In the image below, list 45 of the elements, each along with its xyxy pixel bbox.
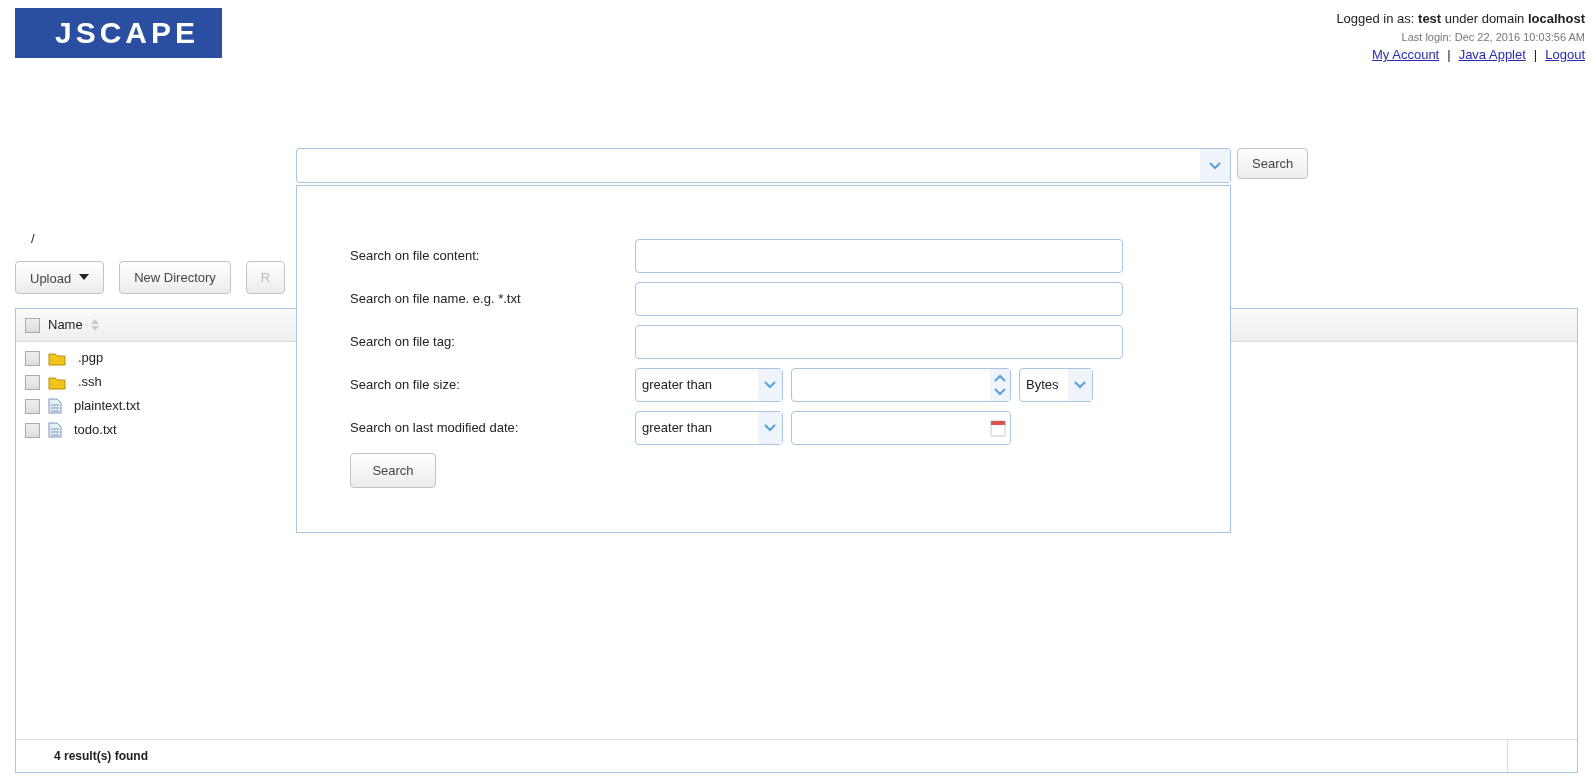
checkbox[interactable] [25,350,40,366]
folder-icon [48,350,66,366]
login-info: Logged in as: test under domain localhost [1336,10,1585,28]
input-field[interactable] [635,238,1123,273]
search-combo[interactable] [296,148,1231,183]
checkbox[interactable] [25,317,40,333]
input-field[interactable] [635,281,1123,316]
header-link[interactable]: My Account [1372,47,1440,62]
logo: JSCAPE [15,8,222,58]
file-name[interactable]: plaintext.txt [74,396,140,416]
operator-select[interactable]: greater than [635,367,783,402]
checkbox[interactable] [25,422,40,438]
file-name[interactable]: .ssh [78,372,102,392]
field-label: Search on file tag: [350,332,456,351]
search-button[interactable]: Search [350,453,436,488]
input-field[interactable] [635,324,1123,359]
operator-select[interactable]: greater than [635,410,783,445]
last-login: Last login: Dec 22, 2016 10:03:56 AM [1400,30,1585,45]
date-field[interactable] [791,410,1011,445]
file-icon [48,422,62,438]
separator: | [1533,47,1538,62]
field-label: Search on file size: [350,375,461,394]
file-name[interactable]: .pgp [78,348,104,368]
unit-select[interactable]: Bytes [1019,367,1093,402]
file-icon [48,398,62,414]
file-name[interactable]: todo.txt [74,420,117,440]
field-label: Search on file content: [350,246,481,265]
checkbox[interactable] [25,398,40,414]
folder-icon [48,374,66,390]
field-label: Search on last modified date: [350,418,520,437]
search-button[interactable]: Search [1237,148,1309,179]
number-field[interactable] [791,367,1011,402]
header-link[interactable]: Java Applet [1458,47,1526,62]
breadcrumb[interactable]: / [31,229,41,249]
calendar-icon[interactable] [990,418,1006,437]
toolbar-button[interactable]: New Directory [119,261,231,294]
separator: | [1447,47,1451,62]
checkbox[interactable] [25,374,40,390]
sort-icon[interactable] [90,319,99,331]
field-label: Search on file name. e.g. *.txt [350,289,522,308]
column-header[interactable]: Name [48,315,83,335]
spinner-icon[interactable] [990,368,1010,401]
header-link[interactable]: Logout [1545,47,1585,62]
upload-button[interactable]: Upload [15,261,105,294]
result-count: 4 result(s) found [53,748,149,765]
